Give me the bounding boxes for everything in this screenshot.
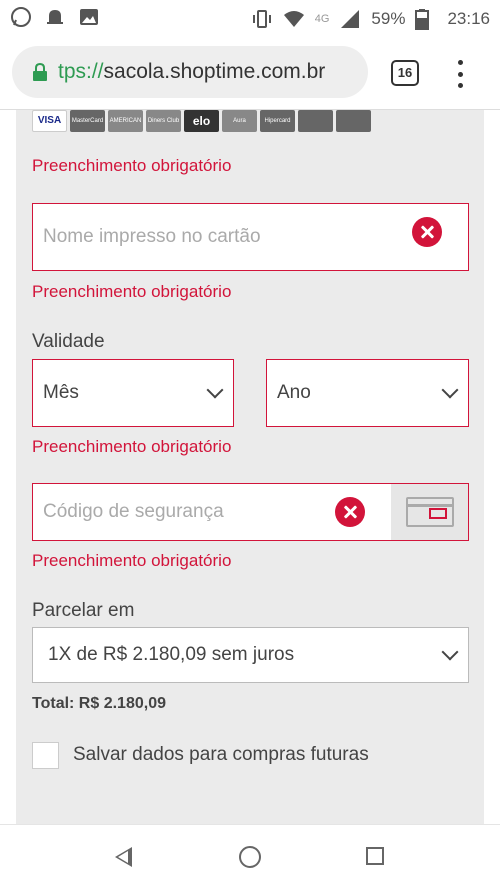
save-data-label[interactable]: Salvar dados para compras futuras — [73, 744, 369, 766]
security-code-input[interactable]: Código de segurança — [32, 483, 469, 541]
page-content: VISA MasterCard AMERICAN EXPRESS Diners … — [0, 110, 500, 824]
year-value: Ano — [277, 382, 311, 403]
signal-icon — [339, 8, 361, 30]
card-brand-elo[interactable]: elo — [184, 110, 219, 132]
back-icon[interactable] — [115, 847, 132, 867]
month-select[interactable]: Mês — [32, 359, 234, 427]
credit-card-back-icon — [406, 497, 454, 527]
card-brand-error: Preenchimento obrigatório — [32, 156, 232, 175]
installments-select[interactable]: 1X de R$ 2.180,09 sem juros — [32, 627, 469, 683]
card-brand-visa[interactable]: VISA — [32, 110, 67, 132]
card-brand-diners[interactable]: Diners Club — [146, 110, 181, 132]
vibrate-icon — [251, 8, 273, 30]
chevron-down-icon — [441, 381, 459, 399]
notification-icon — [44, 6, 66, 28]
battery-icon — [415, 8, 437, 30]
card-name-error: Preenchimento obrigatório — [32, 282, 232, 301]
card-brand-aura[interactable]: Aura — [222, 110, 257, 132]
network-label: 4G — [314, 13, 330, 25]
home-icon[interactable] — [239, 846, 261, 868]
card-brands: VISA MasterCard AMERICAN EXPRESS Diners … — [32, 110, 371, 132]
card-brand-other-2[interactable] — [336, 110, 371, 132]
url-host: sacola.shoptime.com.br — [103, 60, 326, 83]
system-navigation-bar — [0, 824, 500, 889]
overflow-menu-button[interactable] — [452, 58, 468, 90]
installments-label: Parcelar em — [32, 600, 135, 621]
chevron-down-icon — [441, 643, 459, 661]
card-brand-other-1[interactable] — [298, 110, 333, 132]
clear-security-code-icon[interactable] — [335, 497, 365, 527]
image-icon — [78, 6, 100, 28]
wifi-icon — [283, 8, 305, 30]
address-bar[interactable]: tps://sacola.shoptime.com.br — [12, 46, 368, 98]
validity-label: Validade — [32, 331, 105, 352]
card-name-input[interactable]: Nome impresso no cartão — [32, 203, 469, 271]
status-bar: 4G 59% 23:16 — [0, 0, 500, 36]
browser-toolbar: tps://sacola.shoptime.com.br 16 — [0, 36, 500, 110]
card-brand-mastercard[interactable]: MasterCard — [70, 110, 105, 132]
card-name-placeholder: Nome impresso no cartão — [43, 226, 261, 247]
validity-error: Preenchimento obrigatório — [32, 437, 232, 456]
battery-percentage: 59% — [371, 9, 406, 28]
card-brand-amex[interactable]: AMERICAN EXPRESS — [108, 110, 143, 132]
save-data-checkbox[interactable] — [32, 742, 59, 769]
installments-value: 1X de R$ 2.180,09 sem juros — [48, 644, 295, 665]
cvv-hint — [391, 484, 468, 540]
clear-name-icon[interactable] — [412, 217, 442, 247]
order-total: Total: R$ 2.180,09 — [32, 695, 166, 712]
chevron-down-icon — [206, 381, 224, 399]
security-code-error: Preenchimento obrigatório — [32, 551, 232, 570]
security-code-placeholder: Código de segurança — [43, 501, 224, 522]
url-scheme: tps:// — [58, 60, 104, 83]
month-value: Mês — [43, 382, 79, 403]
url-text: tps://sacola.shoptime.com.br — [58, 60, 325, 84]
payment-form: VISA MasterCard AMERICAN EXPRESS Diners … — [16, 110, 484, 824]
whatsapp-icon — [10, 6, 32, 28]
recent-apps-icon[interactable] — [366, 847, 384, 865]
tab-switcher-button[interactable]: 16 — [391, 60, 419, 86]
clock: 23:16 — [447, 9, 490, 28]
year-select[interactable]: Ano — [266, 359, 469, 427]
card-brand-hipercard[interactable]: Hipercard — [260, 110, 295, 132]
lock-icon — [33, 63, 47, 81]
